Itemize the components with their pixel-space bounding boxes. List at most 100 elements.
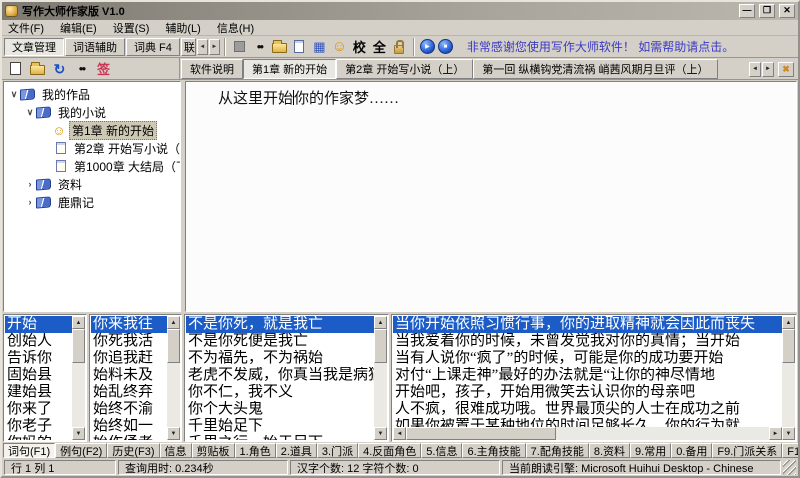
list-item[interactable]: 千里始足下 <box>186 418 374 435</box>
scroll-left-icon[interactable]: ◄ <box>393 427 406 440</box>
list-item[interactable]: 你老子 <box>5 418 72 435</box>
tab-props[interactable]: 2.道具 <box>275 443 317 458</box>
scroll-up-icon[interactable]: ▲ <box>72 316 85 329</box>
tree-item-chapter2[interactable]: 第2章 开始写小说（上） <box>4 139 180 157</box>
editor-area[interactable]: 从这里开始你的作家梦…… <box>185 81 797 312</box>
tree-item-chapter1000[interactable]: 第1000章 大结局（下） <box>4 157 180 175</box>
scrollbar-thumb[interactable] <box>374 329 387 363</box>
tab-sect-relations-f9[interactable]: F9.门派关系 <box>712 443 783 458</box>
tab-scroll-right-icon[interactable]: ► <box>762 61 774 77</box>
close-button[interactable]: ✕ <box>779 4 795 18</box>
list-item[interactable]: 你追我赶 <box>91 350 167 367</box>
scroll-up-icon[interactable]: ▲ <box>167 316 180 329</box>
color-swatch-icon[interactable] <box>230 37 249 56</box>
vertical-scrollbar[interactable]: ▲ ▼ <box>782 316 795 440</box>
minimize-button[interactable]: — <box>739 4 755 18</box>
list-item[interactable]: 如果你被置于某种地位的时间足够长久，你的行为就 <box>393 418 782 427</box>
smiley-icon[interactable]: ☺ <box>330 37 349 56</box>
list-item[interactable]: 开始吧，孩子，开始用微笑去认识你的母亲吧 <box>393 384 782 401</box>
tab-sects[interactable]: 3.门派 <box>316 443 359 458</box>
doc-tab-ludingji-chapter1[interactable]: 第一回 纵横钩党清流祸 峭茜风期月旦评（上） <box>473 59 718 79</box>
scroll-down-icon[interactable]: ▼ <box>72 427 85 440</box>
read-aloud-stop-button[interactable]: ■ <box>437 39 453 54</box>
list-item[interactable]: 不为福先，不为祸始 <box>186 350 374 367</box>
list-item[interactable]: 不是你死，就是我亡 <box>186 316 374 333</box>
tab-clipboard[interactable]: 剪贴板 <box>191 443 235 458</box>
expander-closed-icon[interactable]: › <box>24 197 36 207</box>
doc-tab-chapter2[interactable]: 第2章 开始写小说（上） <box>336 59 474 79</box>
list-item[interactable]: 始终如一 <box>91 418 167 435</box>
help-message-link[interactable]: 非常感谢您使用写作大师软件！ 如需帮助请点击。 <box>467 38 734 55</box>
list-item[interactable]: 你不仁，我不义 <box>186 384 374 401</box>
scrollbar-thumb[interactable] <box>782 329 795 363</box>
list-item[interactable]: 告诉你 <box>5 350 72 367</box>
menu-info[interactable]: 信息(H) <box>217 20 254 36</box>
tree-item-chapter1[interactable]: ☺ 第1章 新的开始 <box>4 120 180 140</box>
tab-history-f3[interactable]: 历史(F3) <box>107 443 160 458</box>
doc-tab-software-readme[interactable]: 软件说明 <box>181 59 243 79</box>
scroll-down-icon[interactable]: ▼ <box>374 427 387 440</box>
tab-villains[interactable]: 4.反面角色 <box>358 443 422 458</box>
tab-examples-f2[interactable]: 例句(F2) <box>55 443 108 458</box>
tab-materials[interactable]: 8.资料 <box>588 443 631 458</box>
menu-settings[interactable]: 设置(S) <box>113 20 150 36</box>
tab-tasks-f10[interactable]: F10.任务 <box>782 443 798 458</box>
read-aloud-play-button[interactable]: ▶ <box>419 39 435 54</box>
list-item[interactable]: 当有人说你“疯了”的时候，可能是你的成功要开始 <box>393 350 782 367</box>
list-item[interactable]: 人不疯，很难成功哦。世界最顶尖的人士在成功之前 <box>393 401 782 418</box>
close-document-icon[interactable]: ✖ <box>778 61 794 77</box>
scrollbar-thumb[interactable] <box>72 329 85 363</box>
word-count-grid-icon[interactable]: ▦ <box>310 37 329 56</box>
toolbar-tab-word-assist[interactable]: 词语辅助 <box>65 37 125 56</box>
tab-characters[interactable]: 1.角色 <box>234 443 276 458</box>
tree-item-materials[interactable]: › 资料 <box>4 175 180 193</box>
list-item[interactable]: 你来了 <box>5 401 72 418</box>
list-item[interactable]: 始作俑者 <box>91 435 167 440</box>
lock-icon[interactable] <box>390 37 409 56</box>
toolbar-tab-article-manage[interactable]: 文章管理 <box>4 37 64 56</box>
expander-closed-icon[interactable]: › <box>24 179 36 189</box>
menu-edit[interactable]: 编辑(E) <box>60 20 97 36</box>
tab-info-5[interactable]: 5.信息 <box>421 443 463 458</box>
open-folder-icon[interactable] <box>28 59 47 78</box>
search-icon[interactable]: ●● <box>72 59 91 78</box>
sign-button[interactable]: 签 <box>94 59 113 78</box>
document-icon[interactable] <box>290 37 309 56</box>
list-item[interactable]: 建始县 <box>5 384 72 401</box>
vertical-scrollbar[interactable]: ▲ ▼ <box>72 316 85 440</box>
tree-item-my-works[interactable]: ∨ 我的作品 <box>4 85 180 103</box>
tree-item-my-novel[interactable]: ∨ 我的小说 <box>4 103 180 121</box>
tab-phrases-f1[interactable]: 词句(F1) <box>3 443 56 458</box>
scroll-up-icon[interactable]: ▲ <box>374 316 387 329</box>
toolbar-tab-dictionary[interactable]: 词典 F4 <box>126 37 180 56</box>
tab-spin-right-icon[interactable]: ► <box>208 38 220 55</box>
menu-assist[interactable]: 辅助(L) <box>165 20 200 36</box>
scroll-down-icon[interactable]: ▼ <box>782 427 795 440</box>
list-item[interactable]: 当你开始依照习惯行事，你的进取精神就会因此而丧失 <box>393 316 782 333</box>
list-item[interactable]: 对付“上课走神”最好的办法就是“让你的神尽情地 <box>393 367 782 384</box>
list-item[interactable]: 你来我往 <box>91 316 167 333</box>
list-item[interactable]: 不是你死便是我亡 <box>186 333 374 350</box>
tab-info[interactable]: 信息 <box>159 443 192 458</box>
refresh-icon[interactable]: ↻ <box>50 59 69 78</box>
list-item[interactable]: 创始人 <box>5 333 72 350</box>
list-item[interactable]: 老虎不发威，你真当我是病猫 <box>186 367 374 384</box>
horizontal-scrollbar[interactable]: ◄ ► <box>393 427 782 440</box>
list-item[interactable]: 固始县 <box>5 367 72 384</box>
tab-support-skills[interactable]: 7.配角技能 <box>525 443 589 458</box>
list-item[interactable]: 当我爱着你的时候，未曾发觉我对你的真情；当开始 <box>393 333 782 350</box>
tab-common[interactable]: 9.常用 <box>630 443 672 458</box>
list-item[interactable]: 始料未及 <box>91 367 167 384</box>
list-item[interactable]: 你死我活 <box>91 333 167 350</box>
vertical-scrollbar[interactable]: ▲ ▼ <box>167 316 180 440</box>
scroll-up-icon[interactable]: ▲ <box>782 316 795 329</box>
maximize-button[interactable]: ❐ <box>759 4 775 18</box>
list-item[interactable]: 你个大头鬼 <box>186 401 374 418</box>
list-item[interactable]: 开始 <box>5 316 72 333</box>
vertical-scrollbar[interactable]: ▲ ▼ <box>374 316 387 440</box>
scroll-right-icon[interactable]: ► <box>769 427 782 440</box>
expander-open-icon[interactable]: ∨ <box>24 107 36 118</box>
menu-file[interactable]: 文件(F) <box>8 20 44 36</box>
expander-open-icon[interactable]: ∨ <box>8 89 20 100</box>
open-folder-icon[interactable] <box>270 37 289 56</box>
